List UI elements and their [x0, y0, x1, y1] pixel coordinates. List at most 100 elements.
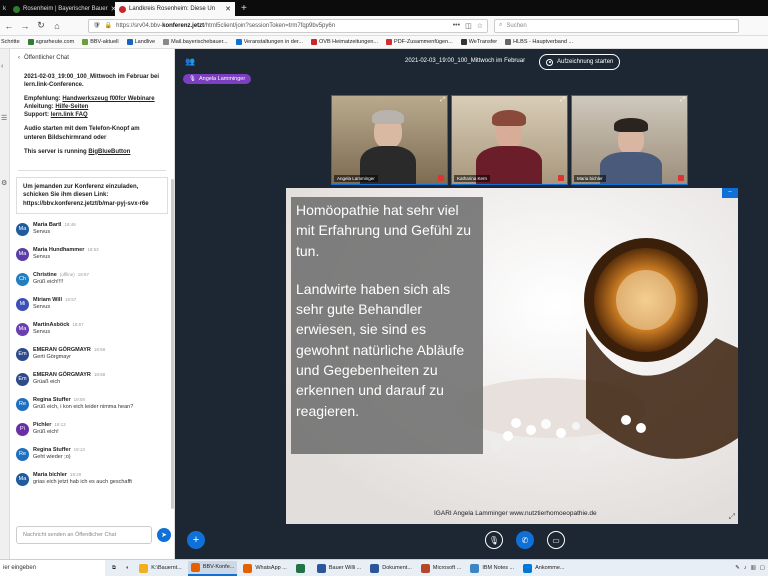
message-time: 19:13: [54, 421, 66, 427]
taskbar-app[interactable]: IBM Notes ...: [467, 561, 517, 576]
app-icon: [523, 563, 533, 573]
gear-icon[interactable]: ⚙: [1, 179, 7, 187]
star-icon[interactable]: ☆: [477, 22, 483, 30]
webinar-link[interactable]: Handwerkszeug f00fcr Webinare: [62, 96, 154, 102]
taskbar-app[interactable]: Ankomme...: [520, 561, 567, 576]
collapse-arrow-icon[interactable]: ‹: [1, 63, 3, 70]
address-bar[interactable]: 🛡 🔒 https://srv04.bbv-konferenz.jetzt/ht…: [88, 18, 488, 33]
chat-scrollbar[interactable]: [171, 179, 174, 509]
task-view-icon[interactable]: ⧉: [109, 561, 119, 576]
avatar: Re: [16, 397, 29, 411]
expand-icon[interactable]: ⤢: [680, 97, 685, 104]
bookmark-favicon-icon: [82, 39, 89, 45]
bookmark-item[interactable]: PDF-Zusammenfügen...: [386, 39, 453, 45]
participant-hair: [372, 110, 404, 124]
send-button[interactable]: ➤: [157, 528, 171, 542]
video-tile-angela[interactable]: ⤢ Angela Lamminger: [331, 95, 448, 185]
browser-tab-rosenheim[interactable]: Rosenheim | Bayerischer Bauer ✕: [9, 2, 115, 16]
video-name: Katharina Kern: [454, 175, 491, 182]
edge-icon[interactable]: ◐: [123, 561, 132, 576]
chat-header[interactable]: ‹ Öffentlicher Chat: [10, 49, 174, 67]
back-arrow-icon[interactable]: ←: [4, 21, 14, 31]
bookmarks-bar: Schritte agrarheute.com BBV-aktuell Landliv…: [0, 36, 768, 49]
avatar: Pi: [16, 422, 29, 436]
avatar: Ch: [16, 272, 29, 286]
bbb-link[interactable]: BigBlueButton: [88, 149, 130, 155]
message-time: 18:57: [64, 296, 77, 302]
message-list: Ma Maria Bartl 18:46 Servus Ma Maria Hundhamm…: [10, 220, 174, 499]
actions-plus-button[interactable]: +: [187, 531, 205, 549]
chat-message: Em EMERAN GÖRGMAYR 18:58 Grüaß eich: [16, 372, 168, 397]
video-button[interactable]: ▭: [547, 531, 565, 549]
help-link[interactable]: Hilfe-Seiten: [55, 104, 88, 110]
new-tab-plus-icon[interactable]: +: [235, 2, 253, 16]
reload-icon[interactable]: ↻: [36, 20, 46, 31]
presentation-slide[interactable]: – Homöopathie hat sehr viel mit Erfahrun…: [286, 188, 738, 524]
pen-icon[interactable]: ✎: [735, 565, 740, 571]
faq-link[interactable]: lern.link FAQ: [51, 112, 88, 118]
close-icon[interactable]: ✕: [225, 5, 231, 13]
record-label: Aufzeichnung starten: [557, 59, 614, 65]
bookmark-label: Schritte: [1, 39, 20, 45]
bookmark-item[interactable]: HLBS - Hauptverband ...: [505, 39, 573, 45]
avatar: Mi: [16, 297, 29, 311]
tab-favicon-icon: [119, 5, 126, 13]
bookmark-item[interactable]: agrarheute.com: [27, 39, 74, 45]
taskbar-app[interactable]: [293, 561, 311, 576]
bookmark-label: OVB Heimatzeitungen...: [319, 39, 379, 45]
taskbar-app[interactable]: Bauer Willi ...: [314, 561, 364, 576]
shield-icon: 🛡: [93, 23, 101, 29]
message-author: Maria Bartl 18:46: [33, 221, 76, 228]
taskbar-app[interactable]: K:\Bauernt...: [136, 561, 185, 576]
record-button[interactable]: Aufzeichnung starten: [539, 54, 621, 70]
search-bar[interactable]: ⌕ Suchen: [494, 18, 739, 33]
chevron-left-icon[interactable]: ‹: [18, 55, 20, 61]
browser-tab-landkreis[interactable]: Landkreis Rosenheim: Diese Un ✕: [115, 2, 235, 16]
slide-paragraph-2: Landwirte haben sich als sehr gute Behan…: [296, 280, 465, 419]
message-author: MartinAsböck 18:57: [33, 321, 84, 328]
bookmark-item[interactable]: Veranstaltungen in der...: [235, 39, 303, 45]
forward-arrow-icon[interactable]: →: [20, 21, 30, 31]
audio-button[interactable]: ✆: [516, 531, 534, 549]
avatar: Ma: [16, 222, 29, 236]
network-icon[interactable]: ▥: [751, 565, 756, 571]
screen: k Rosenheim | Bayerischer Bauer ✕ Landkr…: [0, 0, 768, 576]
expand-icon[interactable]: ⤢: [440, 97, 445, 104]
video-tile-katharina[interactable]: ⤢ Katharina Kern: [451, 95, 568, 185]
mute-button[interactable]: 🎙: [485, 531, 503, 549]
welcome-message: 2021-02-03_19:00_100_Mittwoch im Februar…: [10, 67, 174, 168]
avatar: Ma: [16, 322, 29, 336]
app-icon: [420, 563, 430, 573]
url-text: https://srv04.bbv-konferenz.jetzt/html5c…: [116, 22, 336, 29]
home-icon[interactable]: ⌂: [52, 21, 62, 31]
chat-input[interactable]: Nachricht senden an Öffentlicher Chat: [16, 526, 152, 544]
bookmark-item[interactable]: WeTransfer: [460, 39, 497, 45]
microphone-icon: 🎙: [189, 76, 196, 82]
bookmark-item[interactable]: Mail.bayerischebauer...: [163, 39, 228, 45]
taskbar-app[interactable]: BBV-Konfe...: [187, 560, 238, 576]
volume-icon[interactable]: ♪: [744, 565, 747, 571]
message-time: 18:58: [93, 346, 106, 352]
taskbar-app[interactable]: Dokument...: [367, 561, 415, 576]
notification-icon[interactable]: ▢: [760, 565, 765, 571]
taskbar-app[interactable]: Microsoft ...: [418, 561, 464, 576]
expand-icon[interactable]: ⤢: [560, 97, 565, 104]
taskbar-search[interactable]: ier eingeben: [0, 560, 105, 576]
taskbar-app[interactable]: WhatsApp ...: [240, 561, 290, 576]
bookmark-item[interactable]: BBV-aktuell: [82, 39, 119, 45]
tab-fragment[interactable]: k: [0, 2, 9, 16]
fullscreen-icon[interactable]: ⤢: [729, 512, 735, 522]
video-tile-maria[interactable]: ⤢ Maria bichler: [571, 95, 688, 185]
avatar: Em: [16, 347, 29, 361]
bookmark-item[interactable]: Landlive: [126, 39, 155, 45]
message-text: Grüß eich!: [33, 429, 59, 436]
more-icon[interactable]: •••: [453, 22, 460, 30]
pocket-icon[interactable]: ◫: [465, 22, 472, 30]
app-icon: [190, 562, 200, 572]
chat-title: Öffentlicher Chat: [24, 55, 69, 61]
minimize-presentation-button[interactable]: –: [722, 188, 738, 198]
users-icon[interactable]: 👥: [185, 57, 195, 66]
users-icon[interactable]: ☰: [1, 114, 7, 122]
bookmark-item[interactable]: Schritte: [1, 39, 20, 45]
bookmark-item[interactable]: OVB Heimatzeitungen...: [311, 39, 378, 45]
